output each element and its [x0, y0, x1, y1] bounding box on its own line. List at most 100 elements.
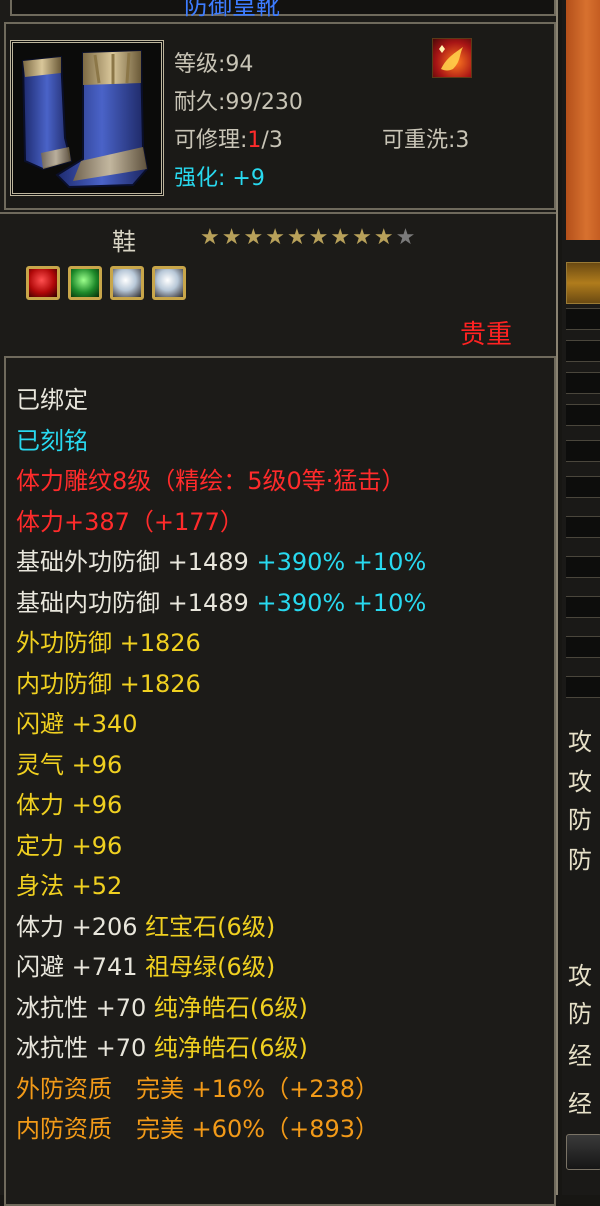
attribute-line: 外防资质 完美 +16%（+238）	[16, 1069, 379, 1104]
attribute-segment: 定力 +96	[16, 831, 123, 860]
attribute-segment: 内防资质 完美 +60%（+893）	[16, 1115, 379, 1143]
background-stat-label: 经	[568, 1090, 592, 1118]
background-stat-label: 防	[568, 1000, 592, 1028]
attribute-segment: 闪避 +741	[16, 953, 146, 981]
attribute-line: 身法 +52	[16, 866, 122, 901]
item-repairable: 可修理:1/3	[174, 122, 283, 154]
tooltip-title-bar	[10, 0, 556, 16]
star-filled-icon: ★	[286, 225, 307, 250]
star-filled-icon: ★	[308, 225, 329, 250]
background-row	[566, 372, 600, 394]
attribute-segment: 内功防御 +1826	[16, 669, 201, 698]
background-row	[566, 340, 600, 362]
attribute-segment: 红宝石(6级)	[145, 912, 276, 941]
attribute-line: 冰抗性 +70 纯净皓石(6级)	[16, 1028, 308, 1063]
star-filled-icon: ★	[200, 225, 220, 250]
attribute-line: 定力 +96	[16, 826, 122, 861]
background-stat-label: 防	[568, 806, 592, 834]
attribute-segment: 体力 +206	[16, 912, 146, 941]
phoenix-emblem-icon	[432, 38, 472, 78]
socket-gems	[26, 266, 186, 300]
background-stat-label: 攻	[568, 728, 592, 756]
background-row	[566, 636, 600, 658]
star-filled-icon: ★	[373, 225, 394, 250]
header-divider	[0, 212, 556, 214]
item-rarity: 贵重	[460, 320, 513, 350]
attribute-line: 内防资质 完美 +60%（+893）	[16, 1109, 379, 1144]
background-row	[566, 596, 600, 618]
background-row	[566, 308, 600, 330]
background-header-tab	[566, 262, 600, 304]
attribute-segment: 灵气 +96	[16, 750, 123, 779]
attribute-segment: 已刻铭	[16, 426, 88, 455]
background-stat-label: 攻	[568, 962, 592, 990]
star-empty-icon: ★	[395, 225, 416, 250]
background-button[interactable]	[566, 1134, 600, 1170]
emerald-gem-icon[interactable]	[68, 266, 102, 300]
repair-suffix: /3	[261, 128, 283, 153]
attribute-line: 内功防御 +1826	[16, 664, 201, 699]
attribute-segment: 闪避 +340	[16, 710, 138, 738]
background-stat-label: 防	[568, 846, 592, 874]
item-type: 鞋	[112, 228, 136, 256]
attribute-line: 基础外功防御 +1489 +390% +10%	[16, 542, 426, 577]
attribute-line: 冰抗性 +70 纯净皓石(6级)	[16, 988, 308, 1023]
attribute-segment: 体力+387（+177）	[16, 507, 244, 536]
background-row	[566, 440, 600, 462]
item-icon-frame	[10, 40, 164, 196]
attribute-segment: 身法 +52	[16, 872, 123, 900]
pure-diamond-gem-icon[interactable]	[110, 266, 144, 300]
phoenix-shape	[439, 45, 463, 71]
attribute-segment: 冰抗性 +70	[16, 993, 154, 1022]
attribute-segment: +390% +10%	[256, 548, 427, 576]
attribute-segment: 纯净皓石(6级)	[153, 1034, 308, 1062]
attribute-segment: 基础内功防御 +1489	[16, 588, 257, 617]
attribute-line: 灵气 +96	[16, 745, 122, 780]
attribute-line: 基础内功防御 +1489 +390% +10%	[16, 583, 426, 618]
item-title: 防御皇靴	[184, 0, 280, 20]
item-tooltip: 防御皇靴 等级:94 耐久:99/230 可修理:1/3 可重洗:3 强化: +…	[0, 0, 558, 1206]
background-row	[566, 476, 600, 498]
item-rerollable: 可重洗:3	[382, 128, 470, 153]
attribute-segment: 体力雕纹8级（精绘：5级0等·猛击）	[16, 467, 406, 495]
attribute-segment: 外防资质 完美 +16%（+238）	[16, 1074, 379, 1103]
pure-diamond-gem-icon[interactable]	[152, 266, 186, 300]
star-filled-icon: ★	[243, 225, 264, 250]
attribute-line: 已绑定	[16, 380, 88, 415]
star-filled-icon: ★	[265, 225, 285, 250]
star-filled-icon: ★	[330, 225, 351, 250]
attribute-line: 已刻铭	[16, 421, 88, 456]
attribute-line: 闪避 +340	[16, 704, 138, 739]
attribute-segment: 冰抗性 +70	[16, 1034, 154, 1062]
attribute-segment: 外功防御 +1826	[16, 629, 201, 657]
blue-boots-icon	[21, 49, 149, 189]
attribute-line: 外功防御 +1826	[16, 623, 201, 658]
attribute-line: 闪避 +741 祖母绿(6级)	[16, 947, 275, 982]
background-stat-label: 攻	[568, 768, 592, 796]
background-row	[566, 556, 600, 578]
background-row	[566, 676, 600, 698]
background-portrait	[566, 0, 600, 240]
ruby-gem-icon[interactable]	[26, 266, 60, 300]
repair-count: 1	[247, 128, 262, 153]
attribute-line: 体力雕纹8级（精绘：5级0等·猛击）	[16, 461, 405, 496]
background-row	[566, 516, 600, 538]
star-filled-icon: ★	[352, 225, 372, 250]
attribute-segment: 纯净皓石(6级)	[153, 993, 308, 1022]
background-row	[566, 404, 600, 426]
item-durability: 耐久:99/230	[174, 90, 303, 115]
repair-prefix: 可修理:	[174, 128, 248, 153]
attribute-line: 体力 +206 红宝石(6级)	[16, 907, 275, 942]
attribute-segment: +390% +10%	[256, 588, 427, 617]
item-enhancement: 强化: +9	[174, 166, 265, 191]
attribute-segment: 已绑定	[16, 386, 88, 414]
item-level: 等级:94	[174, 52, 254, 77]
star-rating: ★ ★ ★ ★ ★ ★ ★ ★ ★ ★	[200, 226, 415, 250]
attribute-segment: 基础外功防御 +1489	[16, 548, 257, 576]
attribute-segment: 体力 +96	[16, 791, 123, 819]
attribute-line: 体力+387（+177）	[16, 502, 244, 537]
star-filled-icon: ★	[221, 225, 242, 250]
attribute-line: 体力 +96	[16, 785, 122, 820]
attribute-segment: 祖母绿(6级)	[145, 953, 276, 981]
background-stat-label: 经	[568, 1042, 592, 1070]
